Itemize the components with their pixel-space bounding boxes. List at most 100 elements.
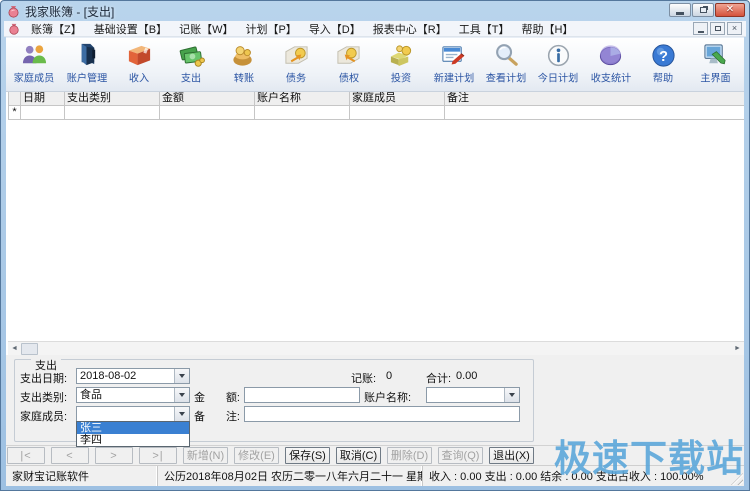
menu-item-import[interactable]: 导入【D】 — [303, 20, 367, 38]
minimize-button[interactable] — [669, 3, 691, 17]
close-icon: ✕ — [726, 5, 734, 15]
grid-cell[interactable] — [21, 106, 65, 120]
row-selector-header — [8, 92, 21, 106]
toolbar-label: 收入 — [129, 71, 149, 86]
column-header-date[interactable]: 日期 — [21, 92, 65, 106]
toolbar-button-account-management[interactable]: 账户管理 — [60, 42, 112, 86]
delete-button: 删除(D) — [387, 447, 432, 464]
exit-button[interactable]: 退出(X) — [489, 447, 534, 464]
expense-date-combobox[interactable]: 2018-08-02 — [76, 368, 190, 384]
expense-form-panel: 支出 支出日期: 2018-08-02 记账: 0 合计: 0.00 支出类别:… — [6, 355, 744, 445]
grid-cell[interactable] — [160, 106, 255, 120]
toolbar-button-income[interactable]: 收入 — [113, 42, 165, 86]
dropdown-option[interactable]: 张三 — [77, 422, 189, 434]
column-header-note[interactable]: 备注 — [445, 92, 744, 106]
toolbar-button-new-plan[interactable]: 新建计划 — [427, 42, 479, 86]
toolbar-button-investment[interactable]: 投资 — [375, 42, 427, 86]
column-header-amount[interactable]: 金额 — [160, 92, 255, 106]
account-name-combobox[interactable] — [426, 387, 520, 403]
menu-item-help[interactable]: 帮助【H】 — [515, 20, 579, 38]
toolbar-button-expense[interactable]: 支出 — [165, 42, 217, 86]
dropdown-option[interactable]: 李四 — [77, 434, 189, 446]
grid-cell[interactable] — [350, 106, 445, 120]
toolbar-button-today-plan[interactable]: 今日计划 — [532, 42, 584, 86]
mdi-restore-button[interactable] — [710, 22, 725, 35]
expense-date-value: 2018-08-02 — [77, 369, 174, 383]
column-header-category[interactable]: 支出类别 — [65, 92, 160, 106]
minimize-icon — [676, 12, 684, 15]
toolbar-label: 支出 — [181, 71, 201, 86]
menu-item-tools[interactable]: 工具【T】 — [453, 20, 516, 38]
record-count-value: 0 — [386, 370, 392, 382]
mdi-close-button[interactable]: × — [727, 22, 742, 35]
family-member-combobox[interactable] — [76, 406, 190, 422]
toolbar-label: 新建计划 — [433, 71, 473, 86]
note-input[interactable] — [244, 406, 520, 422]
toolbar-label: 家庭成员 — [14, 71, 54, 86]
record-count-label: 记账: — [351, 370, 376, 386]
grid-horizontal-scrollbar[interactable]: ◄ ► — [8, 341, 744, 355]
scrollbar-thumb[interactable] — [21, 343, 38, 355]
credit-icon — [335, 42, 362, 69]
expense-category-dropdown-button[interactable] — [174, 388, 189, 402]
expense-date-dropdown-button[interactable] — [174, 369, 189, 383]
chevron-down-icon — [179, 412, 185, 416]
help-icon: ? — [650, 42, 677, 69]
chevron-down-icon — [179, 393, 185, 397]
expense-category-combobox[interactable]: 食品 — [76, 387, 190, 403]
nav-last-button: >| — [139, 447, 177, 464]
grid-header-row: 日期 支出类别 金额 账户名称 家庭成员 备注 — [8, 92, 744, 106]
debt-icon — [283, 42, 310, 69]
scroll-right-icon[interactable]: ► — [731, 342, 744, 355]
toolbar-label: 债务 — [286, 71, 306, 86]
modify-button: 修改(E) — [234, 447, 279, 464]
toolbar-button-statistics[interactable]: 收支统计 — [585, 42, 637, 86]
note-label-left: 备 — [194, 408, 205, 424]
action-button-bar: |< < > >| 新增(N) 修改(E) 保存(S) 取消(C) 删除(D) … — [6, 445, 744, 465]
toolbar-label: 债权 — [339, 71, 359, 86]
family-member-dropdown-button[interactable] — [174, 407, 189, 421]
amount-input[interactable] — [244, 387, 360, 403]
chevron-down-icon — [509, 393, 515, 397]
toolbar-label: 帮助 — [653, 71, 673, 86]
toolbar-button-main-interface[interactable]: 主界面 — [689, 42, 741, 86]
toolbar-button-credit[interactable]: 债权 — [323, 42, 375, 86]
save-button[interactable]: 保存(S) — [285, 447, 330, 464]
toolbar-button-debt[interactable]: 债务 — [270, 42, 322, 86]
restore-icon — [700, 7, 707, 13]
column-header-account[interactable]: 账户名称 — [255, 92, 350, 106]
scroll-left-icon[interactable]: ◄ — [8, 342, 21, 355]
toolbar-label: 今日计划 — [538, 71, 578, 86]
grid-new-row[interactable]: * — [8, 106, 744, 120]
investment-icon — [388, 42, 415, 69]
toolbar-label: 主界面 — [701, 71, 731, 86]
toolbar-button-view-plan[interactable]: 查看计划 — [480, 42, 532, 86]
menu-item-plan[interactable]: 计划【P】 — [239, 20, 302, 38]
menu-item-bookkeeping[interactable]: 记账【W】 — [173, 20, 239, 38]
nav-next-button: > — [95, 447, 133, 464]
toolbar-button-transfer[interactable]: 转账 — [218, 42, 270, 86]
menu-item-account-book[interactable]: 账簿【Z】 — [25, 20, 88, 38]
mdi-minimize-icon — [698, 31, 704, 33]
toolbar-button-family-members[interactable]: 家庭成员 — [8, 42, 60, 86]
cancel-button[interactable]: 取消(C) — [336, 447, 381, 464]
chevron-down-icon — [179, 374, 185, 378]
svg-text:?: ? — [659, 49, 668, 65]
client-area: 家庭成员 账户管理 收入 支出 转账 债务 — [6, 37, 744, 486]
close-button[interactable]: ✕ — [715, 3, 745, 17]
expense-icon — [178, 42, 205, 69]
toolbar-button-help[interactable]: ? 帮助 — [637, 42, 689, 86]
mdi-minimize-button[interactable] — [693, 22, 708, 35]
grid-cell[interactable] — [445, 106, 744, 120]
column-header-member[interactable]: 家庭成员 — [350, 92, 445, 106]
expense-grid: 日期 支出类别 金额 账户名称 家庭成员 备注 * ◄ ► — [6, 92, 744, 355]
today-plan-icon — [545, 42, 572, 69]
restore-button[interactable] — [692, 3, 714, 17]
menu-item-report-center[interactable]: 报表中心【R】 — [367, 20, 453, 38]
account-name-dropdown-button[interactable] — [504, 388, 519, 402]
nav-prev-button: < — [51, 447, 89, 464]
grid-cell[interactable] — [65, 106, 160, 120]
menu-item-basic-settings[interactable]: 基础设置【B】 — [88, 20, 173, 38]
grid-cell[interactable] — [255, 106, 350, 120]
family-members-icon — [21, 42, 48, 69]
